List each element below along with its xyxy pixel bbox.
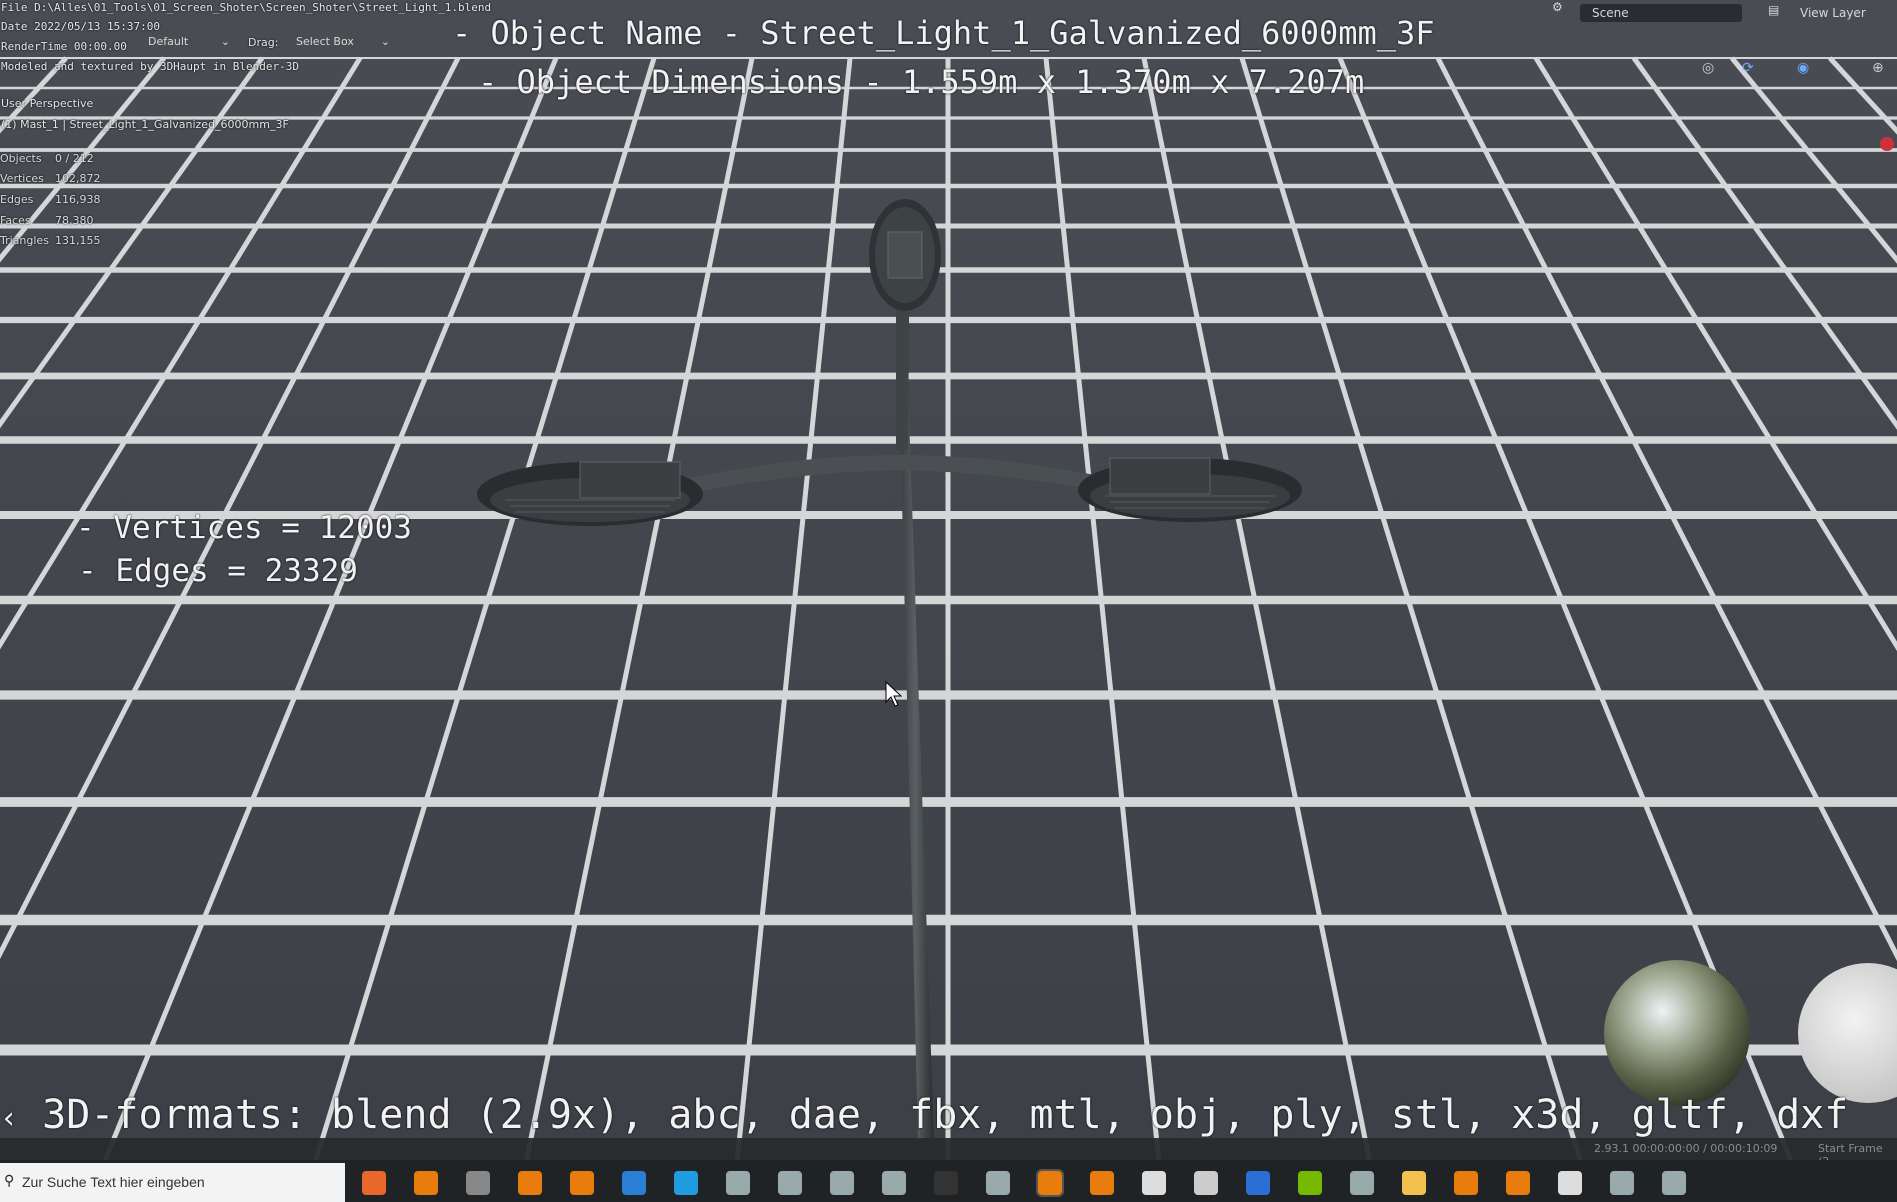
chevron-down-icon: ⌄: [380, 35, 390, 48]
drag-select-value: Select Box: [296, 35, 354, 48]
modeled-by-line: Modeled and textured by 3DHaupt in Blend…: [1, 60, 300, 73]
frame-info: 2.93.1 00:00:00:00 / 00:00:10:09: [1594, 1142, 1778, 1155]
search-placeholder: Zur Suche Text hier eingeben: [22, 1174, 205, 1190]
collection-line: (1) Mast_1 | Street_Light_1_Galvanized_6…: [1, 118, 289, 131]
blender-icon[interactable]: [570, 1171, 594, 1195]
object-name-overlay: - Object Name - Street_Light_1_Galvanize…: [452, 14, 1435, 52]
edge-icon[interactable]: [674, 1171, 698, 1195]
stat-triangles: Triangles 131,155: [0, 234, 101, 247]
blender-icon[interactable]: [518, 1171, 542, 1195]
scene-icon[interactable]: ⚙: [1552, 0, 1572, 22]
orientation-select[interactable]: Default ⌄: [140, 33, 236, 50]
orientation-select-value: Default: [148, 35, 189, 48]
vertices-overlay: - Vertices = 12003: [76, 510, 412, 546]
wireframe-icon[interactable]: ⊕: [1872, 60, 1884, 76]
search-icon: ⚲: [4, 1173, 15, 1189]
panda-icon[interactable]: [1142, 1171, 1166, 1195]
blender-icon[interactable]: [414, 1171, 438, 1195]
formats-overlay: ‹ 3D-formats: blend (2.9x), abc, dae, fb…: [0, 1092, 1849, 1138]
terminal-icon[interactable]: [934, 1171, 958, 1195]
stat-faces: Faces 78,380: [0, 214, 94, 227]
viewport-shading-toolbar[interactable]: ◎ ⟳ ◉ ⊕: [1702, 60, 1892, 82]
steam-icon[interactable]: [466, 1171, 490, 1195]
drag-select[interactable]: Select Box ⌄: [288, 33, 396, 50]
record-dot-icon: [1880, 137, 1894, 151]
blender-icon[interactable]: [1506, 1171, 1530, 1195]
app-icon[interactable]: [986, 1171, 1010, 1195]
app-icon[interactable]: [1350, 1171, 1374, 1195]
overlays-icon[interactable]: ◉: [1797, 60, 1809, 76]
view-layer-label: View Layer: [1800, 6, 1866, 20]
scene-field[interactable]: Scene: [1580, 4, 1742, 22]
3d-viewport[interactable]: [0, 0, 1897, 1202]
edges-overlay: - Edges = 23329: [78, 553, 358, 589]
settings-icon[interactable]: [1558, 1171, 1582, 1195]
chevron-left-icon: ‹: [0, 1101, 19, 1136]
nvidia-icon[interactable]: [1298, 1171, 1322, 1195]
stat-vertices: Vertices 102,872: [0, 172, 101, 185]
app-icon[interactable]: [1662, 1171, 1686, 1195]
visibility-icon[interactable]: ◎: [1702, 60, 1714, 76]
view-layer-icon[interactable]: ▤: [1768, 3, 1788, 25]
app-icon[interactable]: [778, 1171, 802, 1195]
gizmo-icon[interactable]: ⟳: [1742, 60, 1754, 76]
app-icon[interactable]: [1610, 1171, 1634, 1195]
date-line: Date 2022/05/13 15:37:00: [1, 20, 160, 33]
mail-icon[interactable]: [622, 1171, 646, 1195]
hdri-preview-sphere: [1604, 960, 1750, 1106]
app-icon[interactable]: [882, 1171, 906, 1195]
calendar-icon[interactable]: [1246, 1171, 1270, 1195]
blender-icon[interactable]: [1090, 1171, 1114, 1195]
render-time-line: RenderTime 00:00.00: [1, 40, 127, 53]
app-icon[interactable]: [830, 1171, 854, 1195]
taskbar-search-box[interactable]: ⚲ Zur Suche Text hier eingeben: [0, 1163, 345, 1202]
folder-icon[interactable]: [1402, 1171, 1426, 1195]
stat-objects: Objects 0 / 212: [0, 152, 94, 165]
blender-icon[interactable]: [1036, 1169, 1064, 1197]
object-dimensions-overlay: - Object Dimensions - 1.559m x 1.370m x …: [478, 63, 1365, 101]
app-icon[interactable]: [726, 1171, 750, 1195]
blender-icon[interactable]: [1454, 1171, 1478, 1195]
perspective-label: User Perspective: [1, 97, 94, 110]
stat-edges: Edges 116,938: [0, 193, 101, 206]
file-path-line: File D:\Alles\01_Tools\01_Screen_Shoter\…: [1, 1, 492, 14]
status-bar: 2.93.1 00:00:00:00 / 00:00:10:09 Start F…: [0, 1138, 1897, 1168]
cube-icon[interactable]: [1194, 1171, 1218, 1195]
chevron-down-icon: ⌄: [220, 35, 230, 48]
view-layer-field[interactable]: View Layer: [1800, 4, 1897, 26]
firefox-icon[interactable]: [362, 1171, 386, 1195]
scene-label: Scene: [1592, 6, 1629, 20]
drag-label: Drag:: [248, 36, 279, 49]
